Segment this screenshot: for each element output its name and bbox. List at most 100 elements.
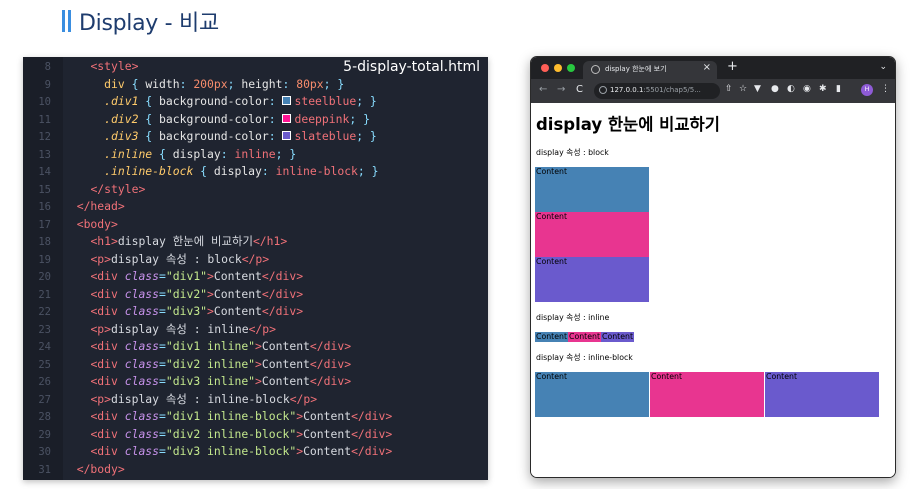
code-token: <h1>	[90, 234, 118, 248]
code-line: 30 <div class="div3 inline-block">Conten…	[23, 443, 488, 461]
site-info-icon[interactable]	[599, 86, 607, 94]
code-line: 29 <div class="div2 inline-block">Conten…	[23, 426, 488, 444]
title-accent-bar	[68, 10, 71, 32]
code-token: ;	[227, 76, 242, 91]
block-box-slateblue: Content	[535, 257, 649, 302]
code-token: <style>	[90, 59, 139, 73]
code-token: <div	[90, 426, 125, 441]
code-line: 31 </body>	[23, 461, 488, 479]
code-line: 9 div { width: 200px; height: 80px; }	[23, 76, 488, 94]
code-token: "div2 inline"	[165, 356, 256, 371]
code-token: class	[124, 444, 160, 458]
extension-icon[interactable]: ●	[771, 84, 779, 94]
code-token: <p>	[90, 391, 112, 406]
extension-vpn-icon[interactable]: ▼	[754, 84, 761, 94]
code-token: <div	[90, 304, 125, 318]
line-number: 20	[38, 271, 51, 283]
code-token: background-color	[159, 94, 269, 108]
close-window-dot[interactable]	[541, 64, 549, 72]
code-token: =	[159, 356, 166, 371]
line-number: 24	[38, 341, 51, 353]
code-line: 21 <div class="div2">Content</div>	[23, 286, 488, 304]
browser-tab[interactable]: display 한눈에 보기 ×	[583, 61, 717, 79]
extension-icon[interactable]: ◉	[803, 84, 811, 94]
code-token: {	[138, 129, 160, 143]
code-token: </p>	[248, 321, 276, 336]
forward-button[interactable]: →	[557, 84, 565, 95]
browser-menu-icon[interactable]: ⋮	[881, 84, 890, 94]
block-caption: display 속성 : block	[536, 148, 609, 157]
code-token: <div	[90, 339, 125, 353]
code-token: ; }	[349, 111, 370, 126]
maximize-window-dot[interactable]	[567, 64, 575, 72]
extensions-puzzle-icon[interactable]: ✱	[819, 84, 827, 94]
code-token: </p>	[289, 391, 318, 406]
inline-box-slateblue: Content	[601, 332, 635, 342]
inline-caption: display 속성 : inline	[536, 313, 610, 322]
code-token: {	[138, 111, 160, 126]
profile-avatar[interactable]: H	[861, 84, 873, 96]
code-token: Content	[261, 356, 310, 371]
code-token: height	[241, 76, 283, 91]
inline-block-box-slateblue: Content	[765, 372, 879, 417]
slide-title-text: Display - 비교	[79, 11, 219, 36]
extension-icon[interactable]: ◐	[787, 84, 795, 94]
back-button[interactable]: ←	[539, 84, 547, 95]
address-bar[interactable]: 127.0.0.1:5501/chap5/5...	[594, 83, 720, 99]
line-number: 14	[38, 166, 51, 178]
line-number: 16	[38, 201, 51, 213]
url-host: 127.0.0.1	[610, 86, 644, 94]
line-number: 11	[38, 113, 51, 126]
code-line: 15 </style>	[23, 181, 488, 199]
color-swatch-icon[interactable]	[282, 96, 292, 105]
bookmark-star-icon[interactable]: ☆	[739, 84, 747, 94]
page-viewport: display 한눈에 비교하기 display 속성 : block Cont…	[531, 103, 895, 477]
code-token: <div	[90, 286, 125, 301]
tab-title: display 한눈에 보기	[605, 65, 667, 73]
code-token: >	[207, 304, 214, 318]
code-token: :	[261, 164, 276, 178]
side-panel-icon[interactable]: ▮	[836, 84, 841, 94]
file-name-label: 5-display-total.html	[343, 59, 480, 75]
code-token: display 속성 : block	[111, 251, 242, 266]
code-line: 12 .div3 { background-color: slateblue; …	[23, 128, 488, 146]
code-token: :	[268, 129, 283, 143]
code-token: div	[104, 76, 125, 91]
code-token: </style>	[90, 181, 146, 196]
code-token: background-color	[159, 111, 269, 126]
code-token: display	[213, 164, 262, 178]
code-token: >	[255, 339, 262, 353]
code-token: =	[159, 426, 166, 441]
code-token: .div2	[104, 111, 139, 126]
minimize-window-dot[interactable]	[554, 64, 562, 72]
code-token: </head>	[76, 199, 125, 213]
code-token: <p>	[90, 321, 112, 336]
share-icon[interactable]: ⇧	[725, 84, 733, 94]
code-token: "div3 inline-block"	[165, 444, 297, 458]
color-swatch-icon[interactable]	[282, 113, 292, 123]
close-tab-icon[interactable]: ×	[703, 62, 711, 73]
code-token: "div1"	[165, 269, 208, 283]
new-tab-button[interactable]: +	[727, 59, 738, 74]
code-token: </div>	[309, 339, 352, 353]
code-token: class	[124, 286, 160, 301]
line-number: 22	[38, 306, 51, 318]
line-number: 28	[38, 411, 51, 423]
color-swatch-icon[interactable]	[282, 131, 292, 140]
line-number: 17	[38, 218, 51, 231]
line-number: 19	[38, 253, 51, 266]
code-line: 13 .inline { display: inline; }	[23, 146, 488, 164]
code-token: =	[159, 339, 166, 353]
code-line: 26 <div class="div3 inline">Content</div…	[23, 373, 488, 391]
tab-search-icon[interactable]: ⌄	[879, 62, 887, 72]
code-token: =	[159, 409, 166, 423]
reload-button[interactable]: C	[576, 84, 583, 95]
